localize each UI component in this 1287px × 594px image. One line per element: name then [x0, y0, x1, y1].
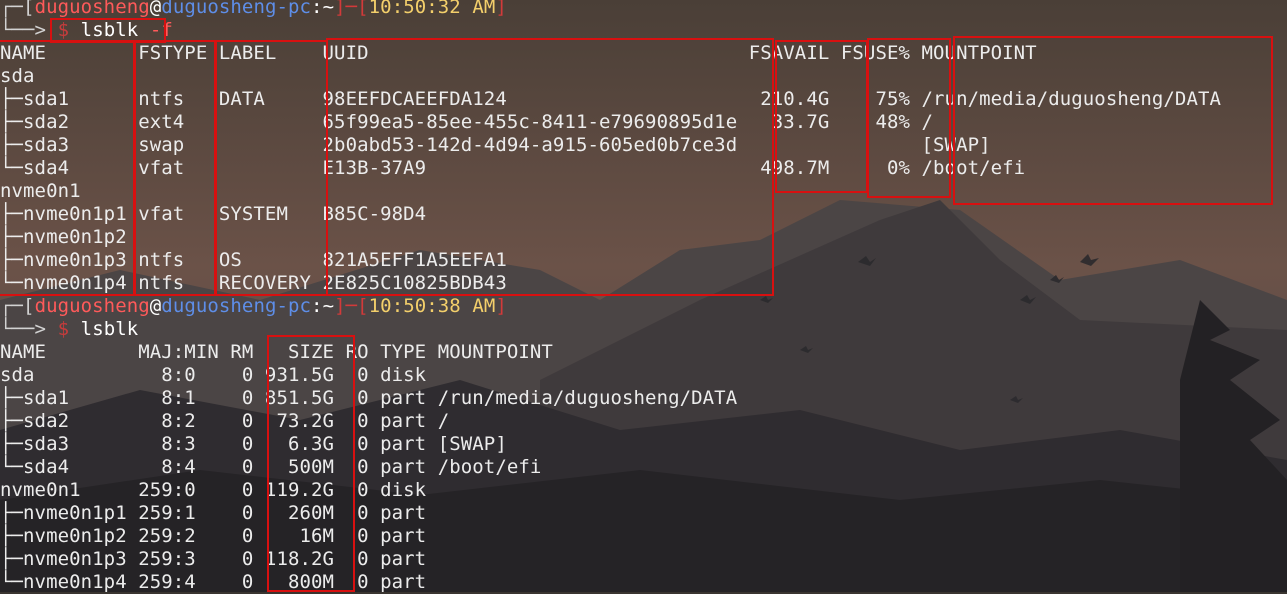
- lsblk-f-row: └─sda4 vfat E13B-37A9 498.7M 0% /boot/ef…: [0, 157, 1026, 179]
- prompt-host: duguosheng-pc: [161, 295, 312, 317]
- lsblk-f-row: ├─sda2 ext4 65f99ea5-85ee-455c-8411-e796…: [0, 111, 934, 133]
- command-line-1[interactable]: └──> $ lsblk -f: [0, 19, 173, 42]
- lsblk-row: sda 8:0 0 931.5G 0 disk: [0, 364, 438, 386]
- lsblk-f-row: ├─nvme0n1p1 vfat SYSTEM B85C-98D4: [0, 203, 922, 225]
- lsblk-header: NAME MAJ:MIN RM SIZE RO TYPE MOUNTPOINT: [0, 341, 553, 363]
- prompt-time: 10:50:38 AM: [368, 295, 496, 317]
- prompt-user: duguosheng: [34, 0, 150, 18]
- lsblk-row: ├─sda3 8:3 0 6.3G 0 part [SWAP]: [0, 433, 507, 455]
- prompt-time: 10:50:32 AM: [368, 0, 496, 18]
- terminal-window[interactable]: ┌─[duguosheng@duguosheng-pc:~]─[10:50:32…: [0, 0, 1287, 593]
- lsblk-f-row: ├─nvme0n1p2: [0, 226, 968, 248]
- lsblk-row: ├─nvme0n1p1 259:1 0 260M 0 part: [0, 502, 438, 524]
- prompt-bracket: ]─[: [334, 295, 369, 317]
- lsblk-row: └─sda4 8:4 0 500M 0 part /boot/efi: [0, 456, 542, 478]
- lsblk-f-row: └─nvme0n1p4 ntfs RECOVERY 2E825C10825BDB…: [0, 272, 922, 294]
- lsblk-f-row: ├─nvme0n1p3 ntfs OS 821A5EFF1A5EEFA1: [0, 249, 922, 271]
- prompt-frame-top: ┌─[: [0, 295, 35, 317]
- prompt-bracket: ]─[: [334, 0, 369, 18]
- lsblk-f-header: NAME FSTYPE LABEL UUID FSAVAIL FSUSE% MO…: [0, 42, 1037, 64]
- command-text: lsblk: [80, 318, 139, 340]
- lsblk-row: └─nvme0n1p4 259:4 0 800M 0 part: [0, 571, 438, 593]
- command-text: lsblk: [80, 19, 139, 41]
- lsblk-row: nvme0n1 259:0 0 119.2G 0 disk: [0, 479, 438, 501]
- command-flag: -f: [149, 19, 173, 41]
- prompt-frame-bottom: └──>: [0, 318, 58, 340]
- lsblk-row: ├─sda1 8:1 0 851.5G 0 part /run/media/du…: [0, 387, 738, 409]
- command-line-2[interactable]: └──> $ lsblk: [0, 318, 138, 341]
- lsblk-f-row: ├─sda3 swap 2b0abd53-142d-4d94-a915-605e…: [0, 134, 991, 156]
- lsblk-f-row: sda: [0, 65, 968, 87]
- prompt-path: :~: [311, 295, 335, 317]
- prompt-frame-bottom: └──>: [0, 19, 58, 41]
- prompt-bracket-end: ]: [495, 295, 507, 317]
- prompt-at: @: [149, 295, 162, 317]
- lsblk-row: ├─nvme0n1p2 259:2 0 16M 0 part: [0, 525, 438, 547]
- prompt-dollar: $: [57, 19, 70, 41]
- lsblk-row: ├─sda2 8:2 0 73.2G 0 part /: [0, 410, 450, 432]
- prompt-at: @: [149, 0, 162, 18]
- prompt-line-1: ┌─[duguosheng@duguosheng-pc:~]─[10:50:32…: [0, 0, 507, 19]
- prompt-dollar: $: [57, 318, 70, 340]
- lsblk-f-row: ├─sda1 ntfs DATA 98EEFDCAEEFDA124 210.4G…: [0, 88, 1222, 110]
- prompt-frame-top: ┌─[: [0, 0, 35, 18]
- prompt-host: duguosheng-pc: [161, 0, 312, 18]
- prompt-line-2: ┌─[duguosheng@duguosheng-pc:~]─[10:50:38…: [0, 295, 507, 318]
- prompt-bracket-end: ]: [495, 0, 507, 18]
- prompt-user: duguosheng: [34, 295, 150, 317]
- prompt-path: :~: [311, 0, 335, 18]
- lsblk-f-row: nvme0n1: [0, 180, 968, 202]
- lsblk-row: ├─nvme0n1p3 259:3 0 118.2G 0 part: [0, 548, 438, 570]
